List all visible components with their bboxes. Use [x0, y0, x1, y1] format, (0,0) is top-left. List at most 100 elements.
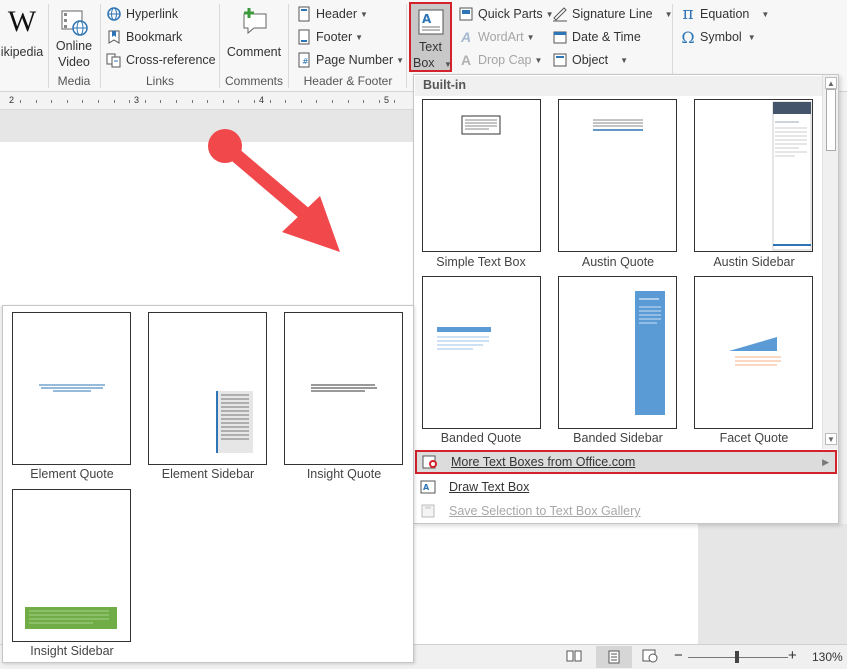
austin-sidebar-preview — [772, 101, 812, 251]
ruler-tick — [145, 100, 146, 103]
equation-label: Equation — [700, 7, 750, 21]
wikipedia-icon: W — [7, 5, 37, 38]
comment-button[interactable]: Comment — [224, 6, 284, 60]
gallery-item-element-quote[interactable] — [12, 312, 131, 465]
quick-parts-label: Quick Parts — [478, 7, 543, 21]
draw-text-box-menu-item[interactable]: A Draw Text Box — [415, 475, 837, 499]
ruler-tick — [207, 100, 208, 103]
bookmark-label: Bookmark — [126, 30, 183, 44]
ruler-tick — [67, 100, 68, 103]
gallery-item-element-sidebar[interactable] — [148, 312, 267, 465]
signature-line-button[interactable]: Signature Line ▼ — [552, 4, 673, 24]
signature-line-icon — [552, 6, 568, 22]
online-video-icon — [61, 10, 88, 36]
media-group-label: Media — [57, 74, 91, 88]
zoom-out-button[interactable]: − — [674, 647, 683, 664]
svg-text:#: # — [302, 57, 309, 66]
quick-parts-icon — [458, 6, 474, 22]
page-number-button[interactable]: # Page Number ▼ — [296, 50, 404, 70]
page-number-caret-icon: ▼ — [396, 55, 405, 65]
save-selection-icon — [419, 503, 437, 519]
gallery-item-banded-sidebar[interactable] — [558, 276, 677, 429]
comment-label: Comment — [226, 45, 282, 59]
text-box-icon: A — [418, 9, 444, 35]
quick-parts-button[interactable]: Quick Parts ▼ — [458, 4, 554, 24]
ruler-tick — [348, 100, 349, 103]
pi-icon: π — [682, 4, 694, 24]
svg-text:A: A — [422, 12, 432, 26]
wikipedia-button[interactable]: W ikipedia — [0, 6, 44, 60]
zoom-in-button[interactable]: + — [788, 647, 797, 664]
ruler-tick — [394, 100, 395, 103]
text-box-label-2: Box — [413, 56, 435, 70]
bookmark-icon — [106, 29, 122, 45]
gallery-item-insight-quote[interactable] — [284, 312, 403, 465]
header-label: Header — [316, 7, 357, 21]
read-mode-icon[interactable] — [566, 649, 582, 666]
signature-line-label: Signature Line — [572, 7, 653, 21]
gallery-scrollbar[interactable]: ▲ ▼ — [822, 75, 838, 449]
zoom-slider-thumb[interactable] — [735, 651, 739, 663]
ruler-tick — [160, 100, 161, 103]
ruler-tick — [316, 100, 317, 103]
gallery-item-facet-quote[interactable] — [694, 276, 813, 429]
page-number-icon: # — [296, 52, 312, 68]
zoom-level[interactable]: 130% — [812, 650, 843, 664]
ruler-tick — [238, 100, 239, 103]
submenu-arrow-icon: ▶ — [822, 456, 829, 467]
ruler-tick — [98, 100, 99, 103]
links-group-label: Links — [145, 74, 174, 88]
hyperlink-button[interactable]: Hyperlink — [106, 4, 178, 24]
ruler-tick — [176, 100, 177, 103]
save-selection-label: Save Selection to Text Box Gallery — [449, 504, 641, 518]
scroll-up-icon[interactable]: ▲ — [825, 77, 837, 89]
equation-button[interactable]: π Equation ▼ — [680, 4, 769, 24]
element-sidebar-preview — [216, 391, 253, 453]
ruler-tick — [82, 100, 83, 103]
header-footer-group-label: Header & Footer — [303, 74, 393, 88]
symbol-button[interactable]: Ω Symbol ▼ — [680, 27, 755, 47]
page-number-label: Page Number — [316, 53, 394, 67]
gallery-item-label: Insight Quote — [306, 467, 382, 481]
ruler-tick — [192, 100, 193, 103]
extra-text-box-panel: Element Quote Element Sidebar Insight Qu… — [2, 305, 414, 663]
online-video-button[interactable]: Online Video — [52, 6, 96, 70]
more-text-boxes-menu-item[interactable]: More Text Boxes from Office.com ▶ — [415, 450, 837, 474]
wordart-button[interactable]: A WordArt ▼ — [458, 27, 535, 47]
footer-button[interactable]: Footer ▼ — [296, 27, 363, 47]
text-box-button[interactable]: A Text Box ▼ — [409, 2, 452, 72]
print-layout-icon[interactable] — [596, 646, 632, 668]
hyperlink-label: Hyperlink — [126, 7, 179, 21]
bookmark-button[interactable]: Bookmark — [106, 27, 182, 47]
scroll-down-icon[interactable]: ▼ — [825, 433, 837, 445]
gallery-item-insight-sidebar[interactable] — [12, 489, 131, 642]
footer-caret-icon: ▼ — [355, 32, 364, 42]
gallery-item-austin-sidebar[interactable] — [694, 99, 813, 252]
scroll-thumb[interactable] — [826, 89, 836, 151]
online-video-label-1: Online — [55, 39, 93, 53]
drop-cap-icon: A — [460, 52, 472, 68]
text-box-gallery: Built-in ▲ ▼ Simple Text Box Austin Quot… — [413, 74, 839, 524]
drop-cap-caret-icon: ▼ — [534, 55, 543, 65]
gallery-item-simple-text-box[interactable] — [422, 99, 541, 252]
omega-icon: Ω — [681, 27, 695, 47]
ruler-number: 5 — [384, 95, 390, 105]
save-selection-menu-item[interactable]: Save Selection to Text Box Gallery — [415, 499, 837, 523]
drop-cap-button[interactable]: A Drop Cap ▼ — [458, 50, 542, 70]
online-video-label-2: Video — [58, 55, 90, 69]
cross-reference-button[interactable]: Cross-reference — [106, 50, 216, 70]
ruler-tick — [51, 100, 52, 103]
wordart-caret-icon: ▼ — [526, 32, 535, 42]
draw-text-box-icon: A — [419, 479, 437, 495]
ruler-tick — [20, 100, 21, 103]
gallery-item-austin-quote[interactable] — [558, 99, 677, 252]
date-time-button[interactable]: Date & Time — [552, 27, 641, 47]
gallery-item-label: Element Quote — [30, 467, 114, 481]
insight-sidebar-preview — [25, 607, 117, 629]
web-layout-icon[interactable] — [642, 649, 658, 666]
wikipedia-label: ikipedia — [0, 45, 44, 59]
gallery-item-label: Facet Quote — [719, 431, 789, 445]
header-button[interactable]: Header ▼ — [296, 4, 368, 24]
object-button[interactable]: Object ▼ — [552, 50, 628, 70]
gallery-item-banded-quote[interactable] — [422, 276, 541, 429]
